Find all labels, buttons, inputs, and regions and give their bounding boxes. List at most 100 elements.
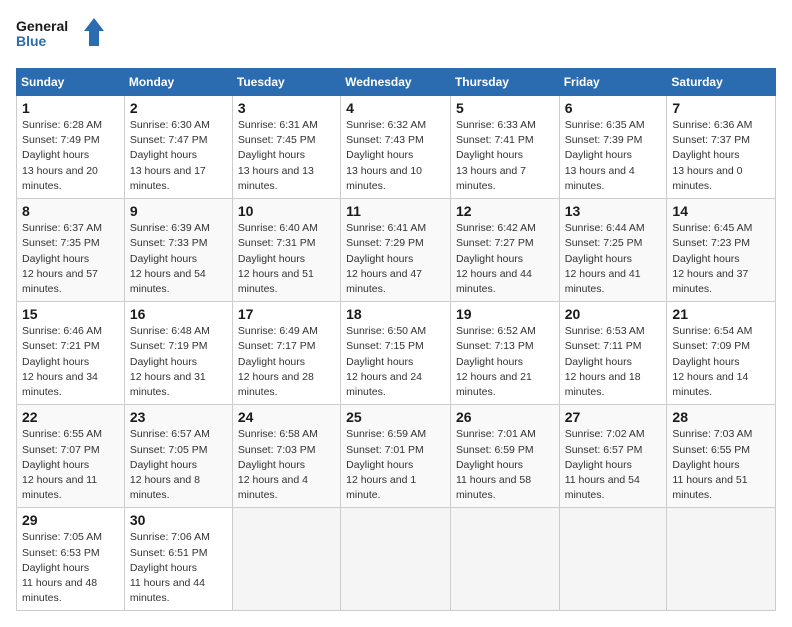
- svg-text:General: General: [16, 18, 68, 34]
- calendar-cell: 22 Sunrise: 6:55 AMSunset: 7:07 PMDayligh…: [17, 405, 125, 508]
- page-header: General Blue: [16, 16, 776, 56]
- day-info: Sunrise: 6:59 AMSunset: 7:01 PMDaylight …: [346, 428, 426, 501]
- calendar-cell: 5 Sunrise: 6:33 AMSunset: 7:41 PMDaylight…: [450, 96, 559, 199]
- calendar-cell: 29 Sunrise: 7:05 AMSunset: 6:53 PMDayligh…: [17, 508, 125, 611]
- day-info: Sunrise: 7:02 AMSunset: 6:57 PMDaylight …: [565, 428, 645, 501]
- calendar-cell: 20 Sunrise: 6:53 AMSunset: 7:11 PMDayligh…: [559, 302, 667, 405]
- day-number: 18: [346, 306, 445, 322]
- calendar-cell: 12 Sunrise: 6:42 AMSunset: 7:27 PMDayligh…: [450, 199, 559, 302]
- logo-svg: General Blue: [16, 16, 106, 56]
- day-info: Sunrise: 6:40 AMSunset: 7:31 PMDaylight …: [238, 222, 318, 295]
- day-info: Sunrise: 6:28 AMSunset: 7:49 PMDaylight …: [22, 119, 102, 192]
- calendar-cell: 7Sunrise: 6:36 AMSunset: 7:37 PMDaylight…: [667, 96, 776, 199]
- calendar-cell: 2Sunrise: 6:30 AMSunset: 7:47 PMDaylight…: [124, 96, 232, 199]
- calendar-table: SundayMondayTuesdayWednesdayThursdayFrid…: [16, 68, 776, 611]
- day-info: Sunrise: 6:53 AMSunset: 7:11 PMDaylight …: [565, 325, 645, 398]
- calendar-cell: 19 Sunrise: 6:52 AMSunset: 7:13 PMDayligh…: [450, 302, 559, 405]
- day-info: Sunrise: 6:50 AMSunset: 7:15 PMDaylight …: [346, 325, 426, 398]
- day-info: Sunrise: 6:37 AMSunset: 7:35 PMDaylight …: [22, 222, 102, 295]
- calendar-cell: 24 Sunrise: 6:58 AMSunset: 7:03 PMDayligh…: [232, 405, 340, 508]
- calendar-cell: 15 Sunrise: 6:46 AMSunset: 7:21 PMDayligh…: [17, 302, 125, 405]
- day-info: Sunrise: 6:39 AMSunset: 7:33 PMDaylight …: [130, 222, 210, 295]
- day-number: 2: [130, 100, 227, 116]
- logo: General Blue: [16, 16, 106, 56]
- column-header-saturday: Saturday: [667, 69, 776, 96]
- day-number: 14: [672, 203, 770, 219]
- day-number: 16: [130, 306, 227, 322]
- day-number: 21: [672, 306, 770, 322]
- header-row: SundayMondayTuesdayWednesdayThursdayFrid…: [17, 69, 776, 96]
- day-number: 17: [238, 306, 335, 322]
- day-number: 8: [22, 203, 119, 219]
- day-number: 22: [22, 409, 119, 425]
- day-number: 9: [130, 203, 227, 219]
- day-number: 23: [130, 409, 227, 425]
- week-row-4: 22 Sunrise: 6:55 AMSunset: 7:07 PMDayligh…: [17, 405, 776, 508]
- day-number: 19: [456, 306, 554, 322]
- day-info: Sunrise: 6:48 AMSunset: 7:19 PMDaylight …: [130, 325, 210, 398]
- calendar-cell: 16 Sunrise: 6:48 AMSunset: 7:19 PMDayligh…: [124, 302, 232, 405]
- column-header-tuesday: Tuesday: [232, 69, 340, 96]
- day-info: Sunrise: 6:58 AMSunset: 7:03 PMDaylight …: [238, 428, 318, 501]
- day-info: Sunrise: 7:05 AMSunset: 6:53 PMDaylight …: [22, 531, 102, 604]
- day-info: Sunrise: 6:55 AMSunset: 7:07 PMDaylight …: [22, 428, 102, 501]
- calendar-cell: 26Sunrise: 7:01 AMSunset: 6:59 PMDayligh…: [450, 405, 559, 508]
- calendar-cell: 14 Sunrise: 6:45 AMSunset: 7:23 PMDayligh…: [667, 199, 776, 302]
- day-number: 3: [238, 100, 335, 116]
- column-header-thursday: Thursday: [450, 69, 559, 96]
- day-info: Sunrise: 6:41 AMSunset: 7:29 PMDaylight …: [346, 222, 426, 295]
- calendar-cell: [667, 508, 776, 611]
- column-header-wednesday: Wednesday: [341, 69, 451, 96]
- day-number: 7: [672, 100, 770, 116]
- calendar-cell: [450, 508, 559, 611]
- calendar-cell: 23 Sunrise: 6:57 AMSunset: 7:05 PMDayligh…: [124, 405, 232, 508]
- day-info: Sunrise: 6:42 AMSunset: 7:27 PMDaylight …: [456, 222, 536, 295]
- week-row-2: 8 Sunrise: 6:37 AMSunset: 7:35 PMDaylight…: [17, 199, 776, 302]
- column-header-friday: Friday: [559, 69, 667, 96]
- week-row-1: 1Sunrise: 6:28 AMSunset: 7:49 PMDaylight…: [17, 96, 776, 199]
- day-info: Sunrise: 6:52 AMSunset: 7:13 PMDaylight …: [456, 325, 536, 398]
- day-number: 27: [565, 409, 662, 425]
- day-info: Sunrise: 6:31 AMSunset: 7:45 PMDaylight …: [238, 119, 318, 192]
- day-info: Sunrise: 6:46 AMSunset: 7:21 PMDaylight …: [22, 325, 102, 398]
- calendar-cell: [341, 508, 451, 611]
- calendar-cell: 21 Sunrise: 6:54 AMSunset: 7:09 PMDayligh…: [667, 302, 776, 405]
- week-row-5: 29 Sunrise: 7:05 AMSunset: 6:53 PMDayligh…: [17, 508, 776, 611]
- calendar-cell: 25 Sunrise: 6:59 AMSunset: 7:01 PMDayligh…: [341, 405, 451, 508]
- day-number: 29: [22, 512, 119, 528]
- day-number: 24: [238, 409, 335, 425]
- day-info: Sunrise: 6:35 AMSunset: 7:39 PMDaylight …: [565, 119, 645, 192]
- day-number: 25: [346, 409, 445, 425]
- calendar-cell: 30Sunrise: 7:06 AMSunset: 6:51 PMDayligh…: [124, 508, 232, 611]
- calendar-cell: 11Sunrise: 6:41 AMSunset: 7:29 PMDayligh…: [341, 199, 451, 302]
- calendar-cell: 4Sunrise: 6:32 AMSunset: 7:43 PMDaylight…: [341, 96, 451, 199]
- calendar-cell: [559, 508, 667, 611]
- calendar-cell: 6 Sunrise: 6:35 AMSunset: 7:39 PMDaylight…: [559, 96, 667, 199]
- day-number: 20: [565, 306, 662, 322]
- day-number: 26: [456, 409, 554, 425]
- day-info: Sunrise: 6:32 AMSunset: 7:43 PMDaylight …: [346, 119, 426, 192]
- day-number: 15: [22, 306, 119, 322]
- week-row-3: 15 Sunrise: 6:46 AMSunset: 7:21 PMDayligh…: [17, 302, 776, 405]
- calendar-cell: 9 Sunrise: 6:39 AMSunset: 7:33 PMDaylight…: [124, 199, 232, 302]
- day-number: 12: [456, 203, 554, 219]
- day-number: 10: [238, 203, 335, 219]
- day-info: Sunrise: 6:44 AMSunset: 7:25 PMDaylight …: [565, 222, 645, 295]
- calendar-cell: 18 Sunrise: 6:50 AMSunset: 7:15 PMDayligh…: [341, 302, 451, 405]
- day-info: Sunrise: 6:49 AMSunset: 7:17 PMDaylight …: [238, 325, 318, 398]
- calendar-cell: 28Sunrise: 7:03 AMSunset: 6:55 PMDayligh…: [667, 405, 776, 508]
- day-number: 5: [456, 100, 554, 116]
- calendar-cell: 10 Sunrise: 6:40 AMSunset: 7:31 PMDayligh…: [232, 199, 340, 302]
- calendar-cell: 17 Sunrise: 6:49 AMSunset: 7:17 PMDayligh…: [232, 302, 340, 405]
- calendar-cell: 1Sunrise: 6:28 AMSunset: 7:49 PMDaylight…: [17, 96, 125, 199]
- calendar-cell: 8 Sunrise: 6:37 AMSunset: 7:35 PMDaylight…: [17, 199, 125, 302]
- day-info: Sunrise: 7:06 AMSunset: 6:51 PMDaylight …: [130, 531, 210, 604]
- svg-text:Blue: Blue: [16, 33, 47, 49]
- day-number: 6: [565, 100, 662, 116]
- day-info: Sunrise: 6:57 AMSunset: 7:05 PMDaylight …: [130, 428, 210, 501]
- day-info: Sunrise: 6:54 AMSunset: 7:09 PMDaylight …: [672, 325, 752, 398]
- day-info: Sunrise: 6:45 AMSunset: 7:23 PMDaylight …: [672, 222, 752, 295]
- day-info: Sunrise: 6:33 AMSunset: 7:41 PMDaylight …: [456, 119, 536, 192]
- calendar-cell: 13Sunrise: 6:44 AMSunset: 7:25 PMDayligh…: [559, 199, 667, 302]
- column-header-monday: Monday: [124, 69, 232, 96]
